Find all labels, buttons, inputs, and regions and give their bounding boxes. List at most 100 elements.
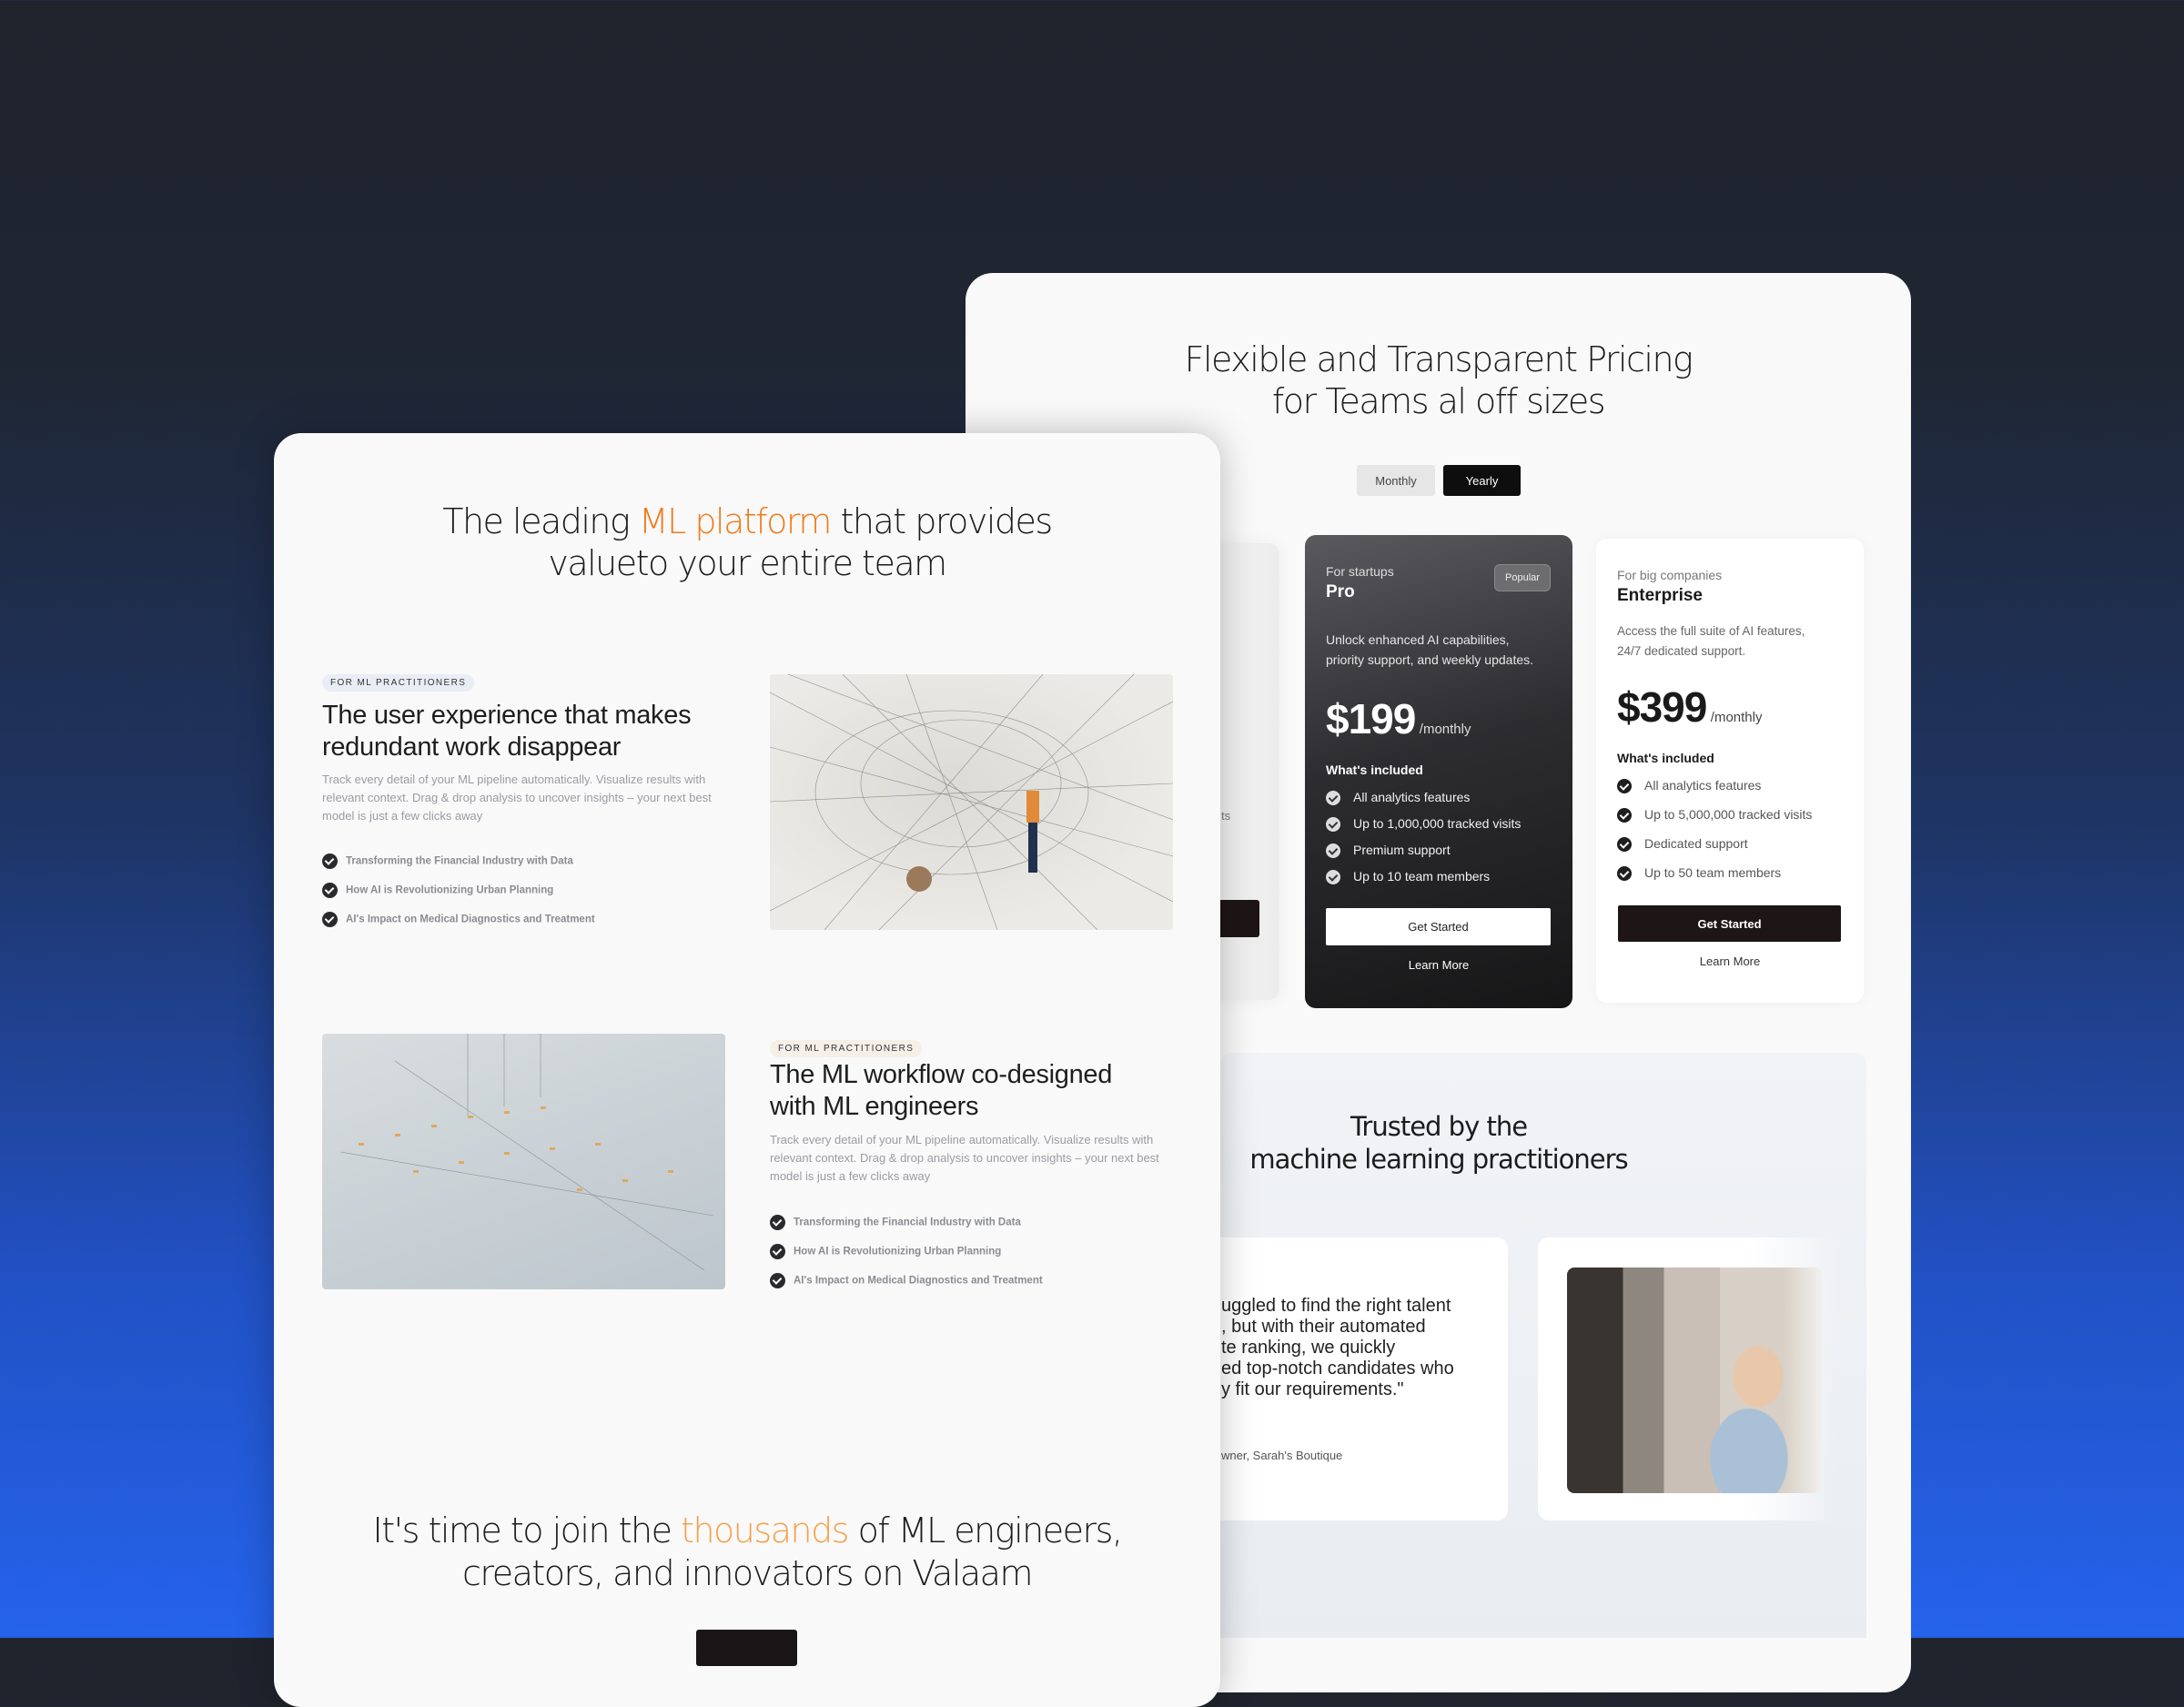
plan-description-line: Unlock enhanced AI capabilities, [1326,632,1510,647]
child-figure [1026,791,1039,823]
plan-feature: Dedicated support [1617,836,1748,853]
feature-badge: FOR ML PRACTITIONERS [770,1040,923,1057]
plan-description-line: Access the full suite of AI features, [1617,624,1805,638]
string-art-image [770,674,1173,930]
learn-more-link[interactable]: Learn More [1596,955,1864,968]
hero-text: that provides [830,501,1053,541]
plan-card-pro: For startups Pro Popular Unlock enhanced… [1305,535,1572,1008]
check-icon [770,1215,785,1230]
checklist-item: How AI is Revolutionizing Urban Planning [322,883,553,898]
get-started-button[interactable]: Get Started [1326,908,1551,945]
feature-heading: The user experience that makes redundant … [322,700,692,763]
cta-text: of ML engineers, [847,1510,1123,1550]
check-icon [1326,843,1340,859]
trusted-title-line1: Trusted by the [1350,1111,1528,1142]
suspended-lights-image [322,1034,725,1289]
plan-card-enterprise: For big companies Enterprise Access the … [1596,539,1864,1003]
plan-feature: Up to 50 team members [1617,865,1782,882]
checklist-text: How AI is Revolutionizing Urban Planning [346,884,554,896]
feature-description: Track every detail of your ML pipeline a… [770,1133,1159,1183]
quote-line: , but with their automated [1221,1317,1426,1337]
cta-highlight: thousands [681,1510,849,1550]
trusted-title-line2: machine learning practitioners [1249,1144,1628,1175]
plan-description: Unlock enhanced AI capabilities, priority… [1326,630,1533,670]
testimonial-photo [1567,1268,1822,1493]
toggle-monthly[interactable]: Monthly [1357,465,1435,496]
plan-description-line: 24/7 dedicated support. [1617,644,1746,658]
plan-audience: For startups [1326,564,1394,579]
plan-description: Access the full suite of AI features, 24/… [1617,621,1805,662]
feature-heading-line: The user experience that makes [322,701,692,730]
plan-price: $199 /monthly [1326,694,1471,743]
plan-feature: All analytics features [1617,778,1762,794]
check-icon [1617,779,1632,794]
hero-heading-line1: The leading ML platform that provides [274,500,1220,542]
check-icon [1326,870,1340,885]
feature-text: Up to 50 team members [1644,865,1782,880]
quote-line: te ranking, we quickly [1221,1338,1396,1358]
plan-description-line: priority support, and weekly updates. [1326,652,1534,667]
cta-heading-line1: It's time to join the thousands of ML en… [274,1510,1220,1552]
check-icon [322,854,338,869]
feature-text: Dedicated support [1644,836,1748,851]
get-started-button[interactable]: Get Started [1618,905,1841,942]
testimonial-quote: uggled to find the right talent , but wi… [1221,1296,1454,1400]
quote-line: y fit our requirements." [1221,1379,1404,1399]
check-icon [1617,866,1632,882]
checklist-text: Transforming the Financial Industry with… [794,1217,1021,1228]
plan-feature: Up to 1,000,000 tracked visits [1326,816,1522,833]
plan-feature: Up to 5,000,000 tracked visits [1617,807,1812,823]
quote-line: uggled to find the right talent [1221,1296,1451,1316]
suspended-lights-illustration [339,1034,714,1271]
check-icon [322,912,338,927]
feature-heading-line: The ML workflow co-designed [770,1060,1113,1089]
plan-feature: Premium support [1326,843,1451,859]
check-icon [322,883,338,898]
cta-heading: It's time to join the thousands of ML en… [274,1510,1220,1595]
feature-description: Track every detail of your ML pipeline a… [322,773,712,823]
feature-text: All analytics features [1644,778,1762,793]
string-art-illustration [770,674,1173,930]
plan-audience: For big companies [1617,568,1723,582]
included-label: What's included [1326,763,1423,777]
pricing-title-line1: Flexible and Transparent Pricing [1184,339,1694,379]
check-icon [1326,791,1340,806]
cta-text: It's time to join the [372,1510,682,1550]
checklist-item: AI's Impact on Medical Diagnostics and T… [322,912,595,927]
check-icon [770,1244,785,1259]
check-icon [770,1273,785,1288]
toggle-yearly[interactable]: Yearly [1443,465,1521,496]
cta-heading-line2: creators, and innovators on Valaam [462,1553,1033,1593]
included-label: What's included [1617,751,1714,765]
child-figure [906,866,932,892]
check-icon [1617,837,1632,853]
plan-feature: All analytics features [1326,790,1471,806]
plan-name: Pro [1326,582,1355,601]
feature-heading: The ML workflow co-designed with ML engin… [770,1059,1112,1123]
hero-text: The leading [442,501,639,541]
feature-text: All analytics features [1353,790,1471,804]
feature-text: Premium support [1353,843,1451,857]
features-page-card: The leading ML platform that provides va… [274,433,1220,1707]
plan-feature: Up to 10 team members [1326,869,1491,885]
quote-line: ed top-notch candidates who [1221,1359,1454,1379]
cta-button[interactable] [696,1630,797,1666]
checklist-item: Transforming the Financial Industry with… [322,854,573,869]
checklist-text: AI's Impact on Medical Diagnostics and T… [346,914,595,925]
feature-badge: FOR ML PRACTITIONERS [322,674,475,692]
hero-highlight: ML platform [638,501,833,541]
feature-text: Up to 10 team members [1353,869,1491,884]
check-icon [1617,808,1632,823]
checklist-text: Transforming the Financial Industry with… [346,855,573,867]
price-amount: $399 [1617,683,1707,731]
checklist-item: Transforming the Financial Industry with… [770,1215,1021,1230]
feature-text: Up to 1,000,000 tracked visits [1353,816,1522,831]
plan-feature-fragment: ts [1221,809,1231,823]
testimonial-card: uggled to find the right talent , but wi… [1183,1237,1508,1520]
price-period: /monthly [1419,722,1471,737]
pricing-title-line2: for Teams al off sizes [1271,381,1606,421]
feature-heading-line: redundant work disappear [322,732,622,762]
learn-more-link[interactable]: Learn More [1305,958,1572,972]
check-icon [1326,817,1340,833]
checklist-item: How AI is Revolutionizing Urban Planning [770,1244,1001,1259]
